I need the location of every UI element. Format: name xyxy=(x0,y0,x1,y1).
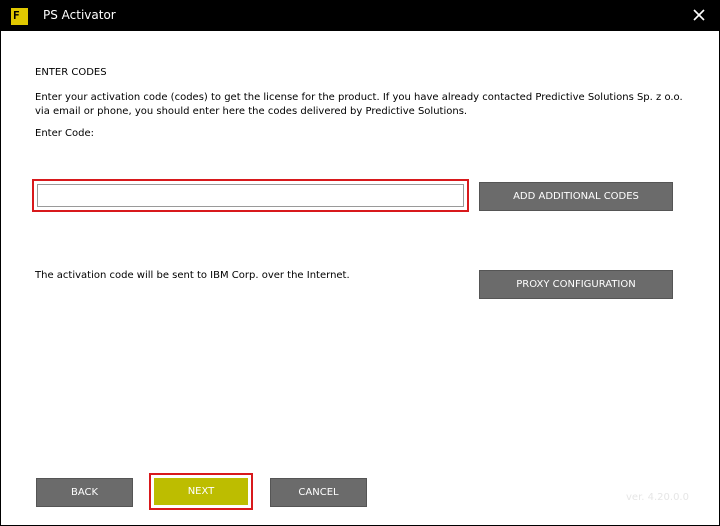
ps-activator-app-icon: F xyxy=(11,8,28,25)
instructions-text: Enter your activation code (codes) to ge… xyxy=(35,92,683,117)
proxy-configuration-button[interactable]: PROXY CONFIGURATION xyxy=(479,270,673,299)
window-title: PS Activator xyxy=(43,8,116,22)
cancel-button[interactable]: CANCEL xyxy=(270,478,367,507)
enter-code-label: Enter Code: xyxy=(35,128,94,139)
next-button[interactable]: NEXT xyxy=(154,478,248,505)
title-bar: F PS Activator xyxy=(1,1,719,31)
version-label: ver. 4.20.0.0 xyxy=(626,492,689,503)
app-icon-glyph: F xyxy=(13,9,20,22)
internet-notice: The activation code will be sent to IBM … xyxy=(35,270,350,281)
section-heading: ENTER CODES xyxy=(35,67,107,78)
ps-activator-window: F PS Activator ENTER CODES Enter your ac… xyxy=(0,0,720,526)
code-input-highlight xyxy=(32,179,469,212)
code-input[interactable] xyxy=(37,184,464,207)
next-button-highlight: NEXT xyxy=(149,473,253,510)
add-additional-codes-button[interactable]: ADD ADDITIONAL CODES xyxy=(479,182,673,211)
back-button[interactable]: BACK xyxy=(36,478,133,507)
close-icon[interactable] xyxy=(691,7,707,23)
